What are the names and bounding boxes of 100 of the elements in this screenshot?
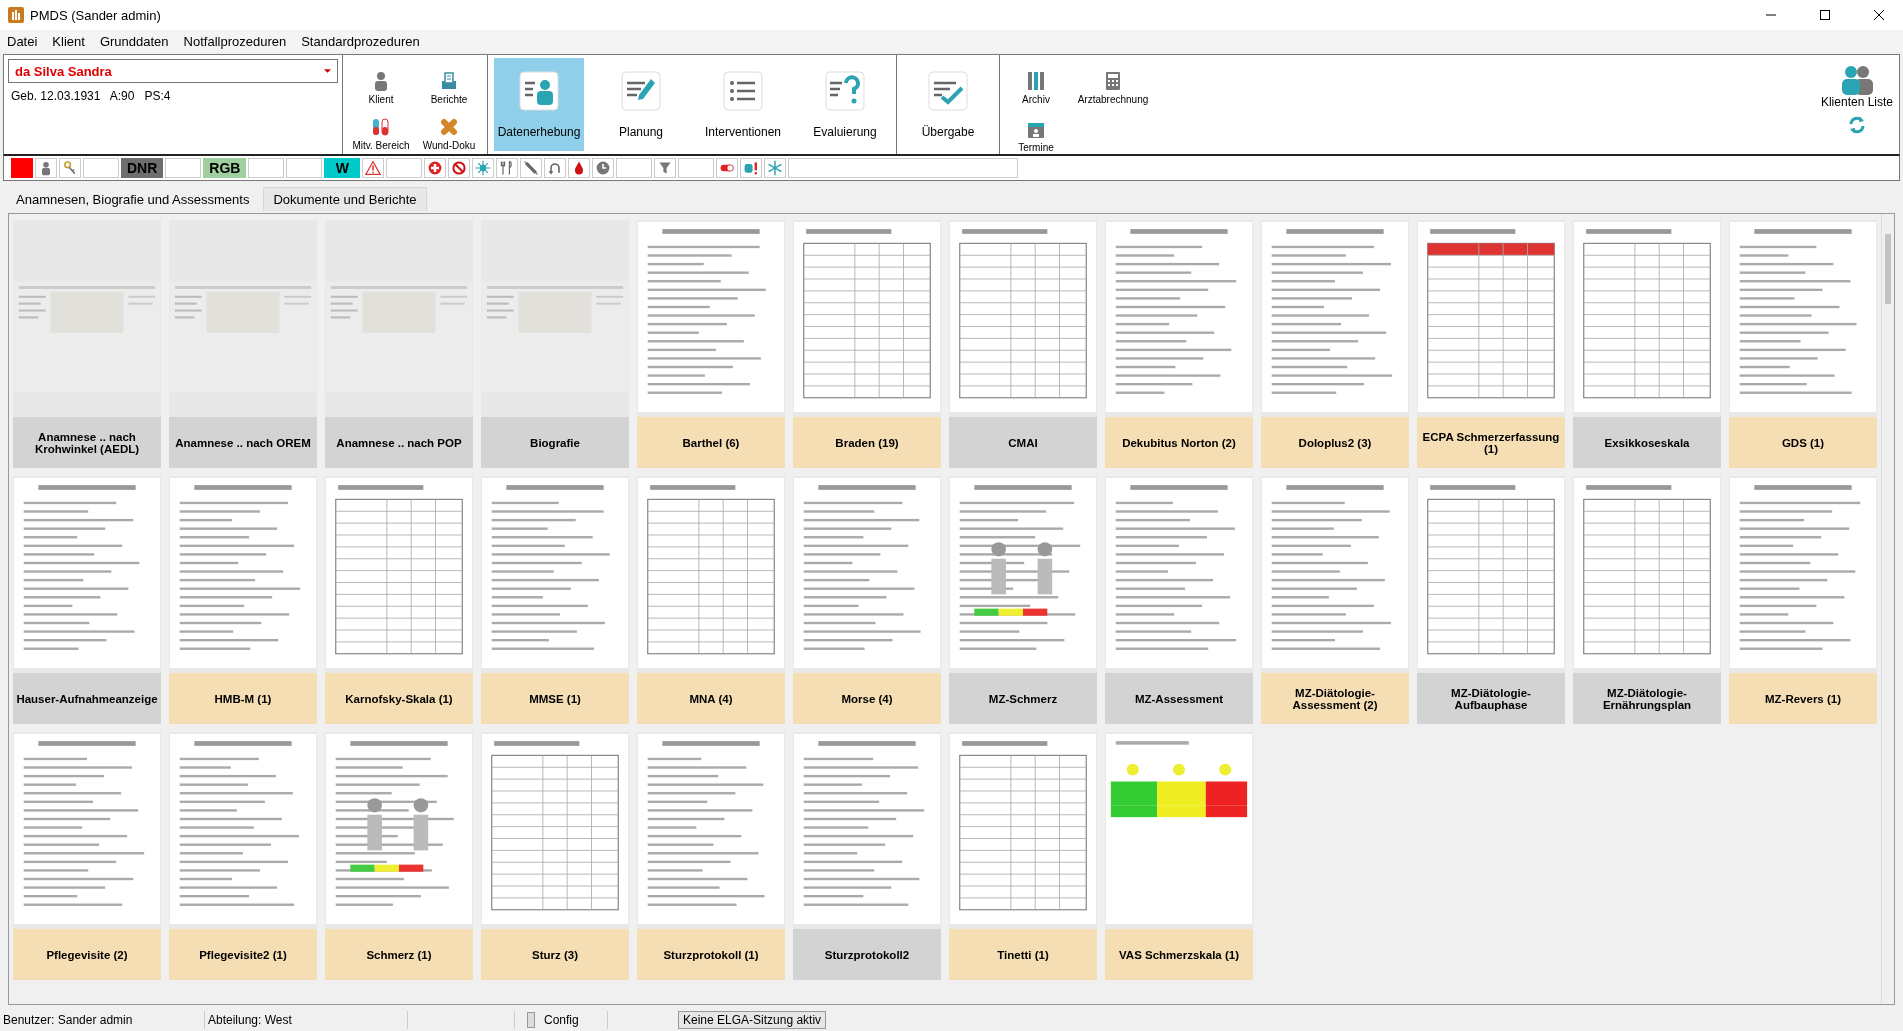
patient-select[interactable]: da Silva Sandra	[8, 59, 338, 83]
document-thumbnail[interactable]	[638, 734, 784, 924]
document-thumbnail[interactable]	[950, 734, 1096, 924]
tile-label[interactable]: Anamnese .. nach POP	[325, 417, 473, 468]
document-thumbnail[interactable]	[1106, 222, 1252, 412]
flag-slot[interactable]	[248, 158, 285, 178]
document-thumbnail[interactable]	[794, 734, 940, 924]
toolbar-button[interactable]: Arztabrechnung	[1068, 57, 1158, 105]
toolbar-button[interactable]: Archiv	[1004, 57, 1068, 105]
tile-label[interactable]: MZ-Assessment	[1105, 673, 1253, 724]
tile-label[interactable]: MZ-Schmerz	[949, 673, 1097, 724]
warning-icon[interactable]	[362, 158, 385, 178]
document-thumbnail[interactable]	[1574, 478, 1720, 668]
funnel-icon[interactable]	[654, 158, 677, 178]
pill-icon[interactable]	[716, 158, 739, 178]
tile-label[interactable]: Biografie	[481, 417, 629, 468]
document-thumbnail[interactable]	[1730, 478, 1876, 668]
document-thumbnail[interactable]	[482, 478, 628, 668]
tile-label[interactable]: Exsikkoseskala	[1573, 417, 1721, 468]
tile-label[interactable]: MZ-Diätologie-Aufbauphase	[1417, 673, 1565, 724]
toolbar-button[interactable]: Termine	[1004, 105, 1068, 153]
close-icon[interactable]	[1873, 9, 1885, 21]
tile-label[interactable]: MZ-Diätologie-Assessment (2)	[1261, 673, 1409, 724]
tile-label[interactable]: MZ-Diätologie-Ernährungsplan	[1573, 673, 1721, 724]
person-icon[interactable]	[35, 158, 57, 178]
toolbar-button[interactable]: Wund-Doku	[415, 104, 483, 151]
toolbar-button[interactable]: Berichte	[415, 58, 483, 105]
flag-label[interactable]: RGB	[203, 158, 247, 178]
document-thumbnail[interactable]	[14, 478, 160, 668]
maximize-icon[interactable]	[1819, 9, 1831, 21]
tile-label[interactable]: HMB-M (1)	[169, 673, 317, 724]
document-thumbnail[interactable]	[1574, 222, 1720, 412]
ribbon-button[interactable]: Datenerhebung	[494, 58, 584, 151]
document-thumbnail[interactable]	[1106, 734, 1252, 924]
menu-item[interactable]: Klient	[52, 33, 85, 49]
menu-item[interactable]: Grunddaten	[99, 33, 169, 49]
document-thumbnail[interactable]	[326, 734, 472, 924]
tile-label[interactable]: MNA (4)	[637, 673, 785, 724]
tile-label[interactable]: Anamnese .. nach Krohwinkel (AEDL)	[13, 417, 161, 468]
sun-icon[interactable]	[472, 158, 495, 178]
status-config[interactable]: Config	[541, 1011, 608, 1029]
tile-label[interactable]: Barthel (6)	[637, 417, 785, 468]
document-thumbnail[interactable]	[482, 734, 628, 924]
ribbon-button[interactable]: Planung	[596, 58, 686, 151]
tile-label[interactable]: Pflegevisite2 (1)	[169, 929, 317, 980]
tile-label[interactable]: Braden (19)	[793, 417, 941, 468]
tile-label[interactable]: Sturzprotokoll (1)	[637, 929, 785, 980]
tile-label[interactable]: GDS (1)	[1729, 417, 1877, 468]
ribbon-button[interactable]: Evaluierung	[800, 58, 890, 151]
bug-alert-icon[interactable]	[740, 158, 763, 178]
document-thumbnail[interactable]	[950, 478, 1096, 668]
ribbon-button[interactable]: Übergabe	[903, 58, 993, 151]
blood-drop-icon[interactable]	[568, 158, 591, 178]
tile-label[interactable]: CMAI	[949, 417, 1097, 468]
menu-item[interactable]: Notfallprozeduren	[183, 33, 287, 49]
tile-label[interactable]: Pflegevisite (2)	[13, 929, 161, 980]
flag-field[interactable]	[788, 158, 1019, 178]
scrollbar[interactable]	[1881, 214, 1894, 1004]
tile-label[interactable]: VAS Schmerzskala (1)	[1105, 929, 1253, 980]
tile-label[interactable]: ECPA Schmerzerfassung (1)	[1417, 417, 1565, 468]
tile-label[interactable]: Doloplus2 (3)	[1261, 417, 1409, 468]
ribbon-button[interactable]: Interventionen	[698, 58, 788, 151]
tab[interactable]: Dokumente und Berichte	[263, 187, 427, 211]
document-thumbnail[interactable]	[1418, 478, 1564, 668]
document-thumbnail[interactable]	[1418, 222, 1564, 412]
tile-label[interactable]: Hauser-Aufnahmeanzeige	[13, 673, 161, 724]
snowflake-icon[interactable]	[764, 158, 787, 178]
tile-label[interactable]: MMSE (1)	[481, 673, 629, 724]
menu-item[interactable]: Datei	[7, 33, 38, 49]
clock-icon[interactable]	[592, 158, 615, 178]
elga-status[interactable]: Keine ELGA-Sitzung aktiv	[678, 1011, 827, 1029]
tile-label[interactable]: Karnofsky-Skala (1)	[325, 673, 473, 724]
cutlery-icon[interactable]	[496, 158, 519, 178]
syringe-icon[interactable]	[520, 158, 543, 178]
tile-label[interactable]: Tinetti (1)	[949, 929, 1097, 980]
flag-label[interactable]: W	[324, 158, 361, 178]
document-thumbnail[interactable]	[794, 222, 940, 412]
tile-label[interactable]: MZ-Revers (1)	[1729, 673, 1877, 724]
flag-slot[interactable]	[83, 158, 119, 178]
tile-label[interactable]: Anamnese .. nach OREM	[169, 417, 317, 468]
flag-slot[interactable]	[286, 158, 323, 178]
tile-label[interactable]: Schmerz (1)	[325, 929, 473, 980]
medical-cross-icon[interactable]	[424, 158, 447, 178]
key-icon[interactable]	[59, 158, 81, 178]
tile-label[interactable]: Dekubitus Norton (2)	[1105, 417, 1253, 468]
prohibited-icon[interactable]	[448, 158, 471, 178]
document-thumbnail[interactable]	[170, 734, 316, 924]
tile-label[interactable]: Morse (4)	[793, 673, 941, 724]
document-thumbnail[interactable]	[638, 478, 784, 668]
flag-label[interactable]: DNR	[121, 158, 164, 178]
document-thumbnail[interactable]	[1262, 222, 1408, 412]
flag-slot[interactable]	[165, 158, 202, 178]
flag-swatch[interactable]	[11, 158, 33, 178]
document-thumbnail[interactable]	[326, 478, 472, 668]
toolbar-button[interactable]: Mitv. Bereich	[347, 104, 415, 151]
document-thumbnail[interactable]	[1730, 222, 1876, 412]
tile-label[interactable]: Sturzprotokoll2	[793, 929, 941, 980]
document-thumbnail[interactable]	[14, 734, 160, 924]
document-thumbnail[interactable]	[1262, 478, 1408, 668]
toolbar-button[interactable]: Klient	[347, 58, 415, 105]
